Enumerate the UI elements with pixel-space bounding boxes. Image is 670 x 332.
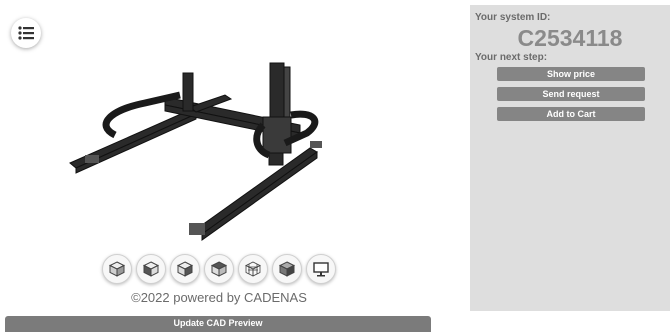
system-info-panel: Your system ID: C2534118 Your next step:… (470, 5, 670, 311)
monitor-icon (313, 262, 329, 277)
add-to-cart-button[interactable]: Add to Cart (497, 107, 645, 121)
wireframe-view-button[interactable] (238, 254, 268, 284)
cad-preview-viewport[interactable] (55, 55, 355, 245)
wireframe-cube-icon (245, 261, 261, 277)
menu-button[interactable] (11, 18, 41, 48)
side-view-button[interactable] (170, 254, 200, 284)
cube-side-icon (176, 261, 194, 277)
update-cad-preview-button[interactable]: Update CAD Preview (5, 316, 431, 332)
view-toolbar (102, 254, 336, 286)
system-id-label: Your system ID: (475, 12, 551, 23)
next-step-label: Your next step: (475, 52, 548, 63)
cube-icon (108, 261, 126, 277)
fullscreen-button[interactable] (306, 254, 336, 284)
cube-front-icon (142, 261, 160, 277)
cad-model-image (69, 62, 322, 241)
front-view-button[interactable] (136, 254, 166, 284)
system-id-value: C2534118 (517, 25, 623, 51)
copyright-text: ©2022 powered by CADENAS (131, 290, 307, 305)
shaded-view-button[interactable] (272, 254, 302, 284)
top-view-button[interactable] (204, 254, 234, 284)
iso-cube-view-button[interactable] (102, 254, 132, 284)
send-request-button[interactable]: Send request (497, 87, 645, 101)
cube-top-icon (210, 261, 228, 277)
shaded-cube-icon (278, 261, 296, 277)
list-icon (18, 26, 34, 40)
show-price-button[interactable]: Show price (497, 67, 645, 81)
